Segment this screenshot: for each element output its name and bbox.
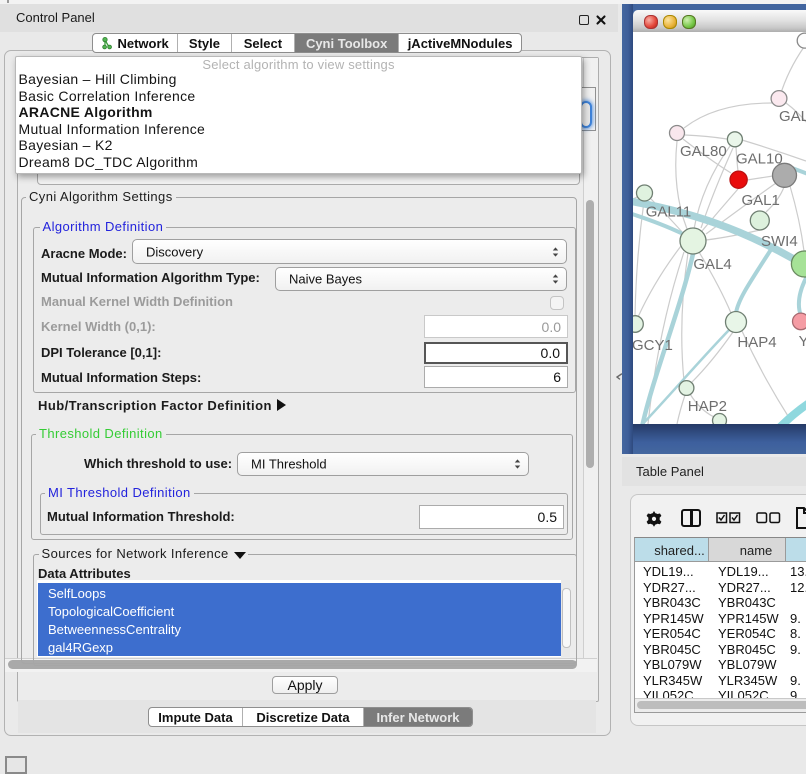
svg-text:HAP4: HAP4 (737, 334, 776, 351)
svg-text:GAL10: GAL10 (736, 151, 783, 168)
svg-text:GCY1: GCY1 (633, 337, 673, 354)
svg-text:GAL80: GAL80 (680, 143, 727, 160)
svg-text:SWI4: SWI4 (761, 233, 798, 250)
svg-text:GAL11: GAL11 (646, 204, 692, 221)
svg-text:GAL4: GAL4 (693, 256, 731, 273)
svg-text:HAP2: HAP2 (688, 398, 727, 415)
svg-text:GAL1: GAL1 (742, 192, 780, 209)
svg-text:GAL7: GAL7 (779, 108, 806, 125)
svg-text:Y: Y (799, 333, 806, 350)
